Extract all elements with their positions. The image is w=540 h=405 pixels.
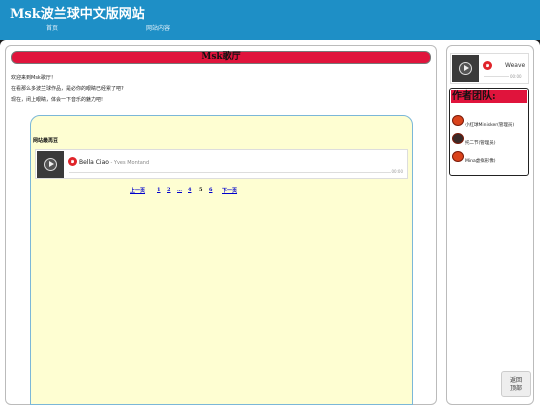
intro-line-2: 在看那么多波兰球作品，是必你的眼睛已经累了吧? [11, 86, 124, 92]
intro-line-3: 现在，闭上眼睛，体会一下音乐的魅力吧! [11, 97, 104, 103]
mini-play-time: 00:00 [510, 74, 522, 79]
album-cover[interactable] [37, 151, 64, 178]
pager-prev[interactable]: 上一页 [130, 187, 145, 194]
music-player: ๑ Bella Ciao - Yves Montand 00:00 [35, 149, 408, 179]
main-banner: Msk歌厅 [11, 51, 431, 64]
mini-song-title: Weave [505, 62, 526, 69]
pager-ellipsis: … [177, 187, 182, 193]
play-time: 00:00 [391, 169, 403, 174]
team-title: 作者团队: [451, 90, 527, 103]
song-title: Bella Ciao - Yves Montand [79, 159, 149, 166]
member-avatar-icon [452, 115, 464, 126]
netease-music-icon: ๑ [483, 61, 492, 70]
pager-page-5-current: 5 [199, 187, 203, 193]
member-avatar-icon [452, 151, 464, 162]
pager-next[interactable]: 下一页 [222, 187, 237, 194]
play-icon [49, 161, 54, 167]
back-to-top-line-1: 返回 [509, 377, 522, 384]
mini-player: ๑ Weave 00:00 [450, 53, 529, 84]
netease-music-icon: ๑ [68, 157, 77, 166]
intro-line-1: 欢迎来到Msk歌厅！ [11, 75, 56, 81]
mini-play-icon [464, 65, 469, 71]
member-avatar-icon [452, 133, 464, 144]
pager-page-1[interactable]: 1 [157, 187, 160, 193]
song-name: Bella Ciao [79, 159, 109, 166]
nav-home[interactable]: 首页 [46, 23, 58, 32]
site-header: Msk波兰球中文版网站 首页 网站内容 [0, 0, 540, 40]
back-to-top-button[interactable]: 返回 顶部 [501, 371, 531, 397]
pager-page-2[interactable]: 2 [167, 187, 170, 193]
member-name: Mina虚拟形像) [465, 159, 496, 164]
progress-bar[interactable] [69, 172, 391, 173]
site-title: Msk波兰球中文版网站 [10, 7, 145, 22]
member-name: 小红球Minisker(管理员) [465, 123, 515, 128]
page-title: Msk歌厅 [201, 52, 241, 62]
nav-content[interactable]: 网站内容 [146, 23, 170, 32]
song-artist: - Yves Montand [108, 160, 150, 166]
section-title: 网站最再豆 [33, 138, 59, 144]
mini-album-cover[interactable] [452, 55, 479, 82]
pager-page-6[interactable]: 6 [209, 187, 212, 193]
back-to-top-line-2: 顶部 [509, 385, 522, 392]
member-name: 托二节(管理员) [465, 141, 496, 146]
pager-page-4[interactable]: 4 [188, 187, 191, 193]
mini-progress-bar[interactable] [484, 76, 509, 77]
